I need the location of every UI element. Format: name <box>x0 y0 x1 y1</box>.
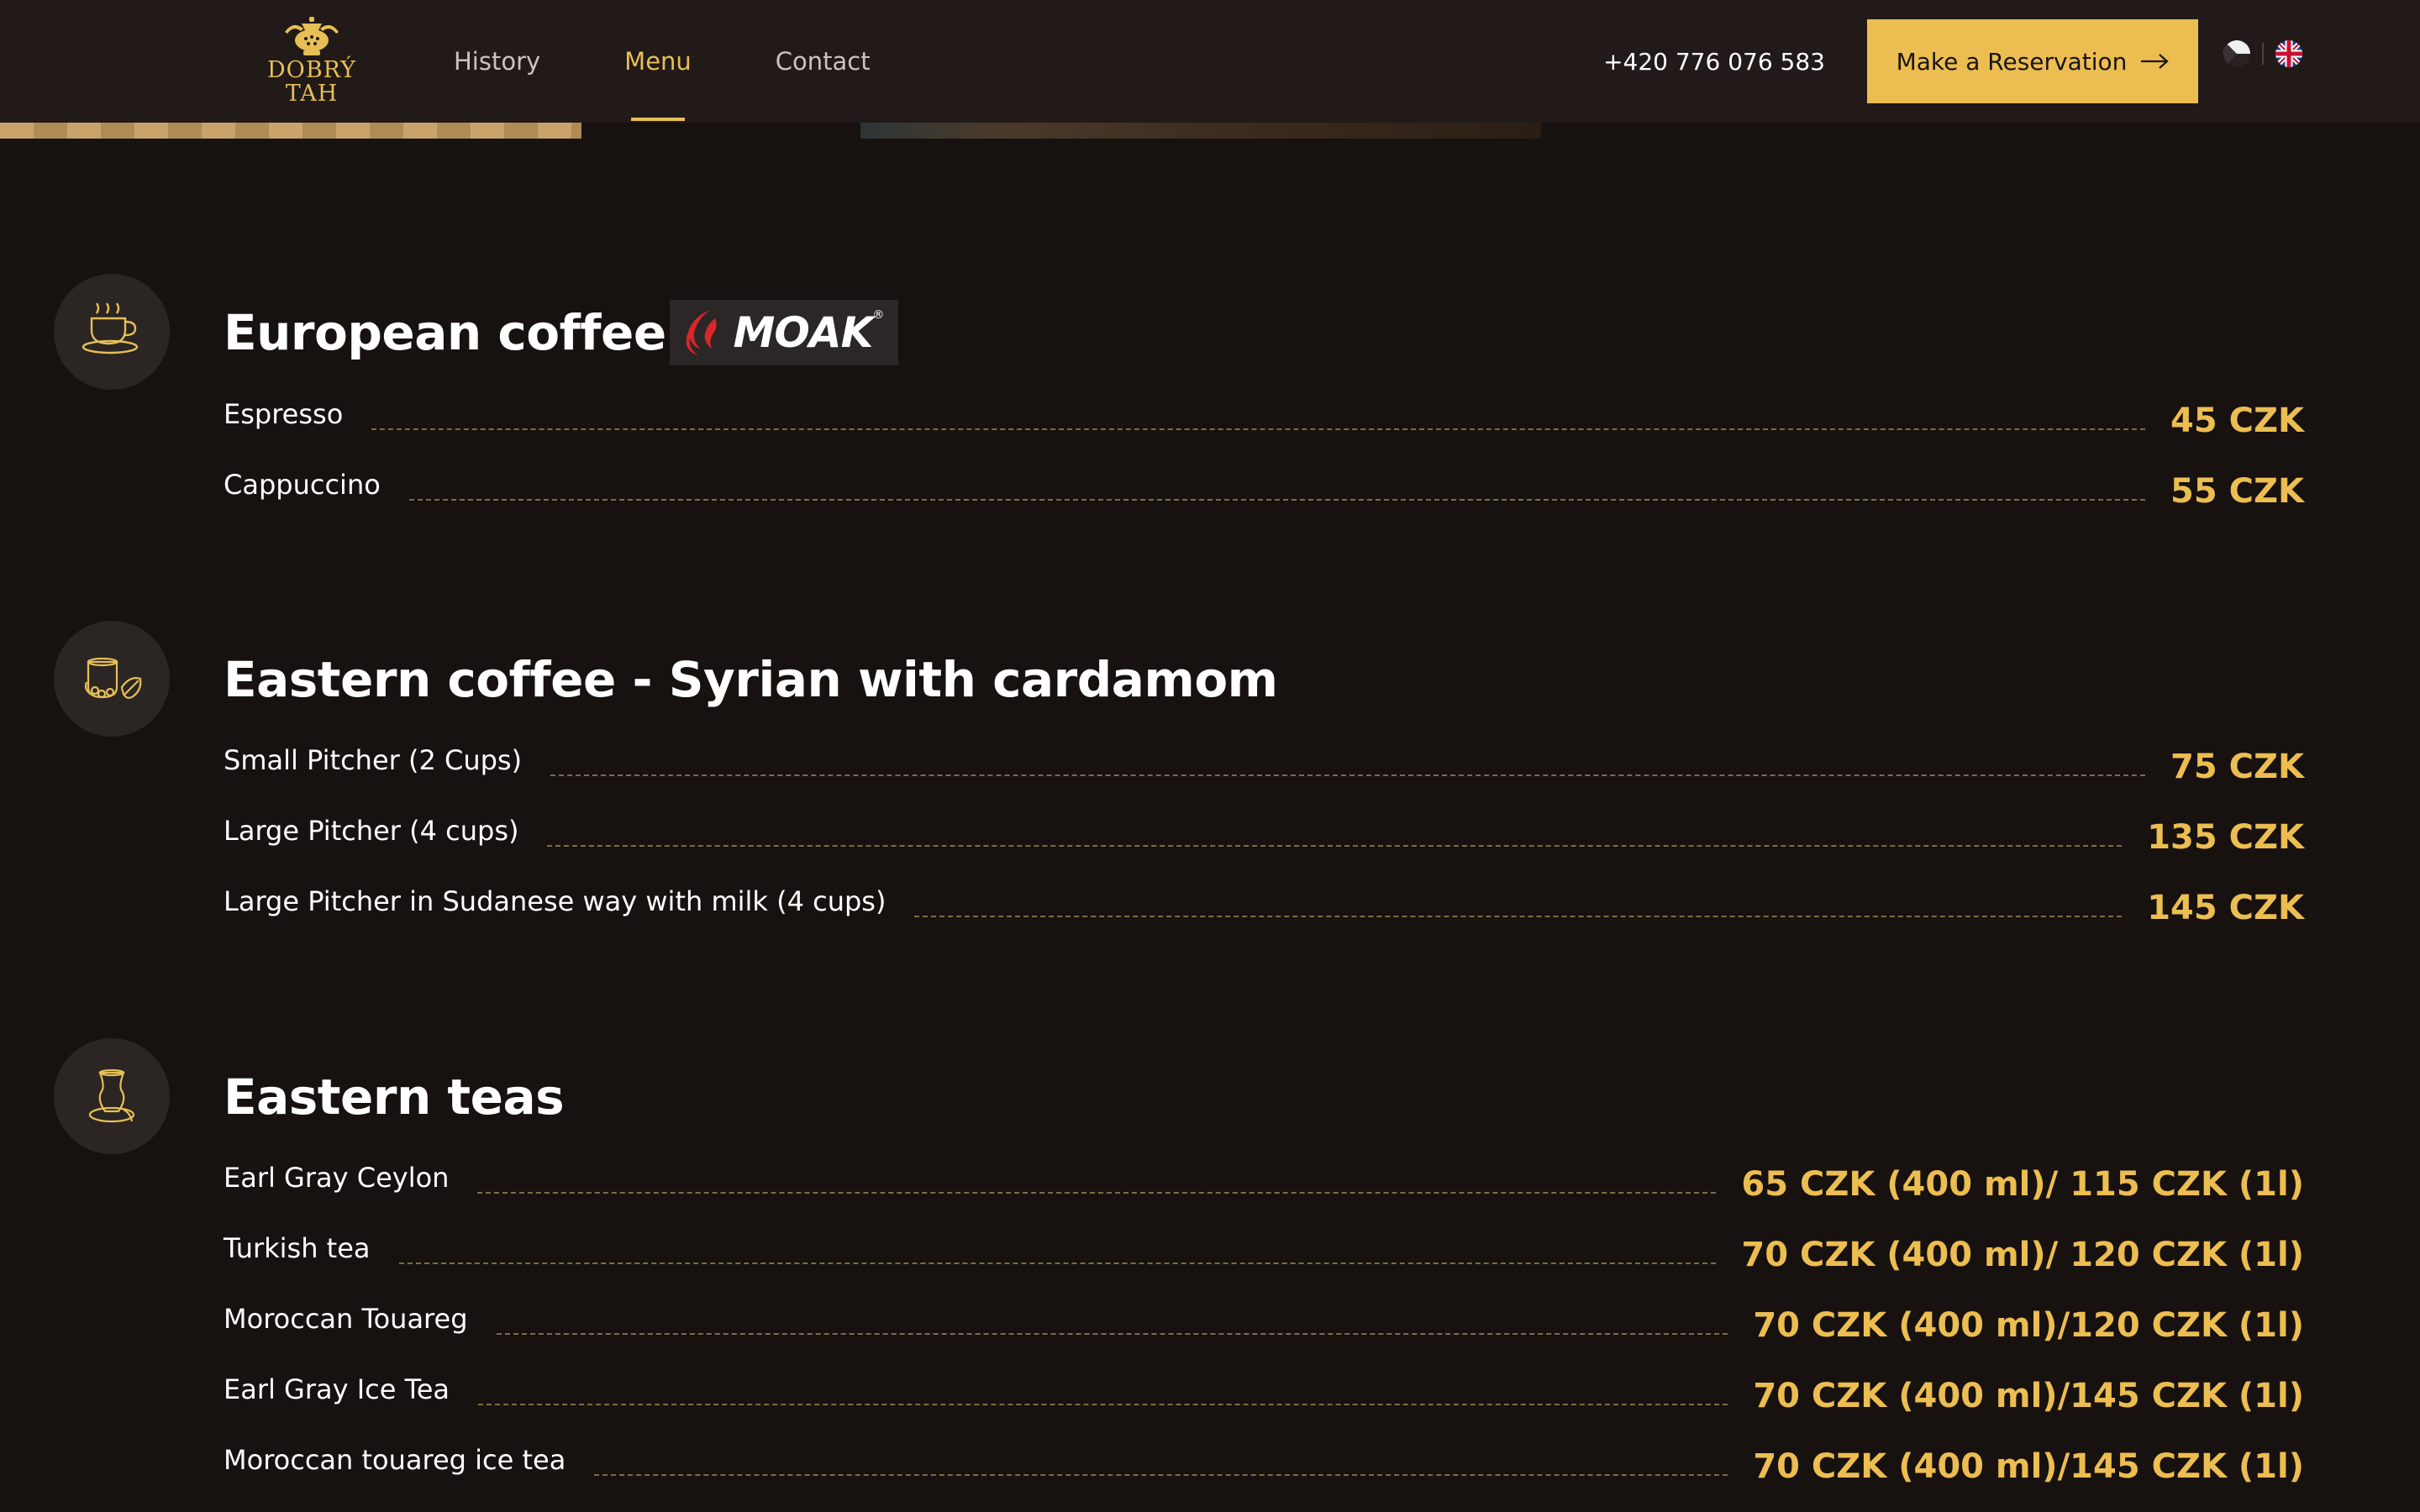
menu-item: Espresso 45 CZK <box>224 391 2304 442</box>
menu-item-price: 45 CZK <box>2170 402 2304 440</box>
menu-item-name: Cappuccino <box>224 469 381 501</box>
make-reservation-button[interactable]: Make a Reservation <box>1867 19 2198 103</box>
menu-item: Earl Gray Ice Tea 70 CZK (400 ml)/145 CZ… <box>224 1367 2304 1417</box>
menu-item: Large Pitcher (4 cups) 135 CZK <box>224 808 2304 858</box>
menu-item: Moroccan touareg ice tea 70 CZK (400 ml)… <box>224 1437 2304 1488</box>
hero-image-edge-right <box>860 123 1541 139</box>
logo-text-line1: DOBRÝ <box>267 57 356 83</box>
section-title: Eastern teas <box>224 1068 565 1126</box>
menu-item-name: Espresso <box>224 398 344 430</box>
uk-flag-icon[interactable] <box>2275 40 2302 67</box>
hero-image-edge-left <box>0 123 581 139</box>
moak-brand-name: MOAK® <box>733 308 885 357</box>
dotted-leader <box>496 1333 1728 1335</box>
coffee-cup-icon <box>54 274 170 390</box>
hookah-logo-icon <box>285 17 339 55</box>
menu-item-price: 55 CZK <box>2170 472 2304 511</box>
menu-item-name: Earl Gray Ceylon <box>224 1162 450 1194</box>
menu-item-name: Large Pitcher in Sudanese way with milk … <box>224 885 886 917</box>
dotted-leader <box>550 774 2146 776</box>
site-header: DOBRÝ TAH History Menu Contact +420 776 … <box>0 0 2420 123</box>
dotted-leader <box>914 916 2123 917</box>
moak-brand-logo: MOAK® <box>670 300 898 365</box>
dotted-leader <box>398 1263 1717 1264</box>
main-nav: History Menu Contact <box>454 0 955 123</box>
menu-item-name: Moroccan Touareg <box>224 1303 468 1335</box>
arrow-right-icon <box>2141 54 2170 69</box>
menu-item-price: 70 CZK (400 ml)/145 CZK (1l) <box>1753 1377 2304 1415</box>
phone-link[interactable]: +420 776 076 583 <box>1603 0 1825 123</box>
language-switcher <box>2223 40 2302 67</box>
cardamom-jar-icon <box>54 621 170 737</box>
dotted-leader <box>371 428 2146 430</box>
menu-item: Turkish tea 70 CZK (400 ml)/ 120 CZK (1l… <box>224 1226 2304 1276</box>
menu-item: Earl Gray Ceylon 65 CZK (400 ml)/ 115 CZ… <box>224 1155 2304 1205</box>
language-divider <box>2262 43 2264 65</box>
menu-item-price: 135 CZK <box>2147 818 2304 857</box>
czech-flag-icon[interactable] <box>2223 40 2250 67</box>
dotted-leader <box>408 499 2146 501</box>
menu-item-price: 70 CZK (400 ml)/145 CZK (1l) <box>1753 1447 2304 1486</box>
dotted-leader <box>547 845 2123 847</box>
menu-item: Moroccan Touareg 70 CZK (400 ml)/120 CZK… <box>224 1296 2304 1347</box>
menu-item-price: 70 CZK (400 ml)/120 CZK (1l) <box>1753 1306 2304 1345</box>
menu-item-name: Earl Gray Ice Tea <box>224 1373 450 1405</box>
menu-item-price: 70 CZK (400 ml)/ 120 CZK (1l) <box>1741 1236 2304 1274</box>
menu-item: Small Pitcher (2 Cups) 75 CZK <box>224 738 2304 788</box>
dotted-leader <box>594 1474 1728 1476</box>
menu-item-price: 145 CZK <box>2147 889 2304 927</box>
nav-item-menu[interactable]: Menu <box>624 0 692 123</box>
nav-item-contact[interactable]: Contact <box>776 0 871 123</box>
menu-item: Large Pitcher in Sudanese way with milk … <box>224 879 2304 929</box>
menu-item-name: Small Pitcher (2 Cups) <box>224 744 523 776</box>
menu-item-name: Large Pitcher (4 cups) <box>224 815 519 847</box>
menu-item-price: 75 CZK <box>2170 748 2304 786</box>
dotted-leader <box>477 1192 1717 1194</box>
logo-text-line2: TAH <box>285 81 339 107</box>
section-title: Eastern coffee - Syrian with cardamom <box>224 651 1278 708</box>
menu-item: Cappuccino 55 CZK <box>224 462 2304 512</box>
tea-glass-icon <box>54 1038 170 1154</box>
nav-item-history[interactable]: History <box>454 0 540 123</box>
logo[interactable]: DOBRÝ TAH <box>267 15 356 114</box>
menu-item-name: Turkish tea <box>224 1232 371 1264</box>
menu-item-name: Moroccan touareg ice tea <box>224 1444 566 1476</box>
dotted-leader <box>478 1404 1728 1405</box>
section-title: European coffee <box>224 304 666 361</box>
moak-flame-icon <box>686 310 717 355</box>
menu-item-price: 65 CZK (400 ml)/ 115 CZK (1l) <box>1741 1165 2304 1204</box>
make-reservation-label: Make a Reservation <box>1896 47 2128 76</box>
